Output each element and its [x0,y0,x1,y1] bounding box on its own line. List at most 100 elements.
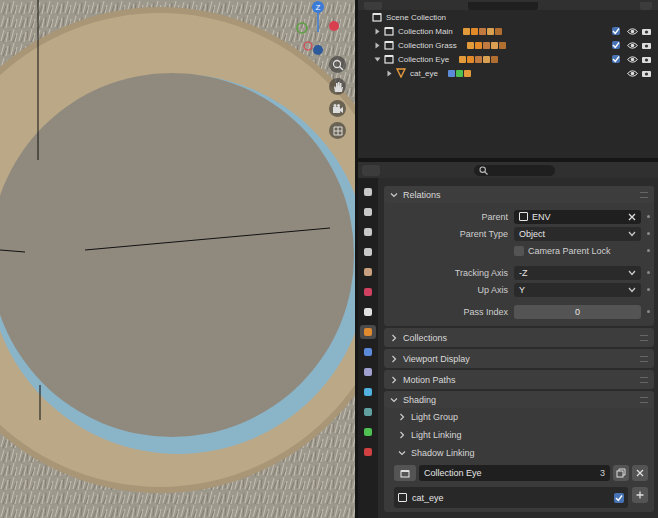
dropdown[interactable]: -Z [514,266,641,280]
drag-handle-icon[interactable] [640,397,648,403]
editor-type-button[interactable] [364,2,382,10]
properties-tab[interactable] [360,305,376,319]
keyframe-decorator[interactable] [647,271,650,274]
eye-icon[interactable] [627,69,638,78]
object-field[interactable]: ENV [514,210,641,224]
number-field[interactable]: 0 [514,305,641,319]
render-camera-icon[interactable] [641,41,652,50]
add-button[interactable] [632,487,648,503]
unlink-button[interactable] [632,465,648,481]
properties-tab[interactable] [360,345,376,359]
eye-icon[interactable] [627,27,638,36]
camera-icon [499,42,506,49]
drag-handle-icon[interactable] [640,377,648,383]
keyframe-decorator[interactable] [647,310,650,313]
camera-view-button[interactable] [329,100,346,117]
properties-tab[interactable] [360,425,376,439]
render-camera-icon[interactable] [641,69,652,78]
exclude-checkbox[interactable] [612,27,620,35]
check-icon [612,27,620,35]
properties-search[interactable] [474,165,555,176]
content-icons [448,70,471,77]
shading-panel: Shading Light Group Light Linking Shadow… [384,391,654,512]
expanded-arrow-icon[interactable] [374,56,384,63]
properties-tab[interactable] [360,325,376,339]
properties-tab[interactable] [360,265,376,279]
render-camera-icon[interactable] [641,55,652,64]
drag-handle-icon[interactable] [640,192,648,198]
property-row: Parent Type Object [384,225,654,242]
outliner-row[interactable]: Collection Main [358,24,658,38]
viewport-3d[interactable]: Z [0,0,355,518]
tab-icon [364,288,372,296]
properties-tab[interactable] [360,185,376,199]
keyframe-decorator[interactable] [647,288,650,291]
expanded-arrow-icon [390,191,398,199]
outliner-row[interactable]: Collection Eye [358,52,658,66]
exclude-checkbox[interactable] [612,55,620,63]
eye-icon[interactable] [627,55,638,64]
exclude-checkbox[interactable] [612,41,620,49]
outliner-row[interactable]: cat_eye [358,66,658,80]
panel-header[interactable]: Motion Paths [384,370,654,389]
render-camera-icon[interactable] [641,27,652,36]
collapsed-arrow-icon[interactable] [386,70,396,77]
collapsed-arrow-icon [390,376,398,384]
keyframe-decorator[interactable] [647,232,650,235]
editor-type-button[interactable] [362,165,380,176]
panel-header[interactable]: Collections [384,328,654,347]
content-icons [463,28,502,35]
properties-tab[interactable] [360,365,376,379]
collection-icon [384,54,394,64]
keyframe-decorator[interactable] [647,249,650,252]
keyframe-decorator[interactable] [647,215,650,218]
drag-handle-icon[interactable] [640,356,648,362]
collapsed-arrow-icon[interactable] [374,28,384,35]
tab-icon [364,308,372,316]
properties-tab[interactable] [360,245,376,259]
svg-text:Z: Z [316,3,321,12]
properties-tab[interactable] [360,205,376,219]
duplicate-button[interactable] [613,465,629,481]
properties-tab[interactable] [360,285,376,299]
tab-icon [364,328,372,336]
properties-tab[interactable] [360,445,376,459]
camera-icon [332,103,344,115]
dropdown[interactable]: Y [514,283,641,297]
clear-icon[interactable] [628,213,636,221]
property-row: Camera Parent Lock [384,242,654,259]
checkbox[interactable] [514,246,524,256]
relations-panel: Relations Parent ENV Parent Type Object … [384,186,654,326]
properties-tab[interactable] [360,385,376,399]
zoom-button[interactable] [329,56,346,73]
collapsed-arrow-icon[interactable] [374,42,384,49]
subpanel-header[interactable]: Light Linking [384,426,654,444]
panel-header[interactable]: Relations [384,186,654,203]
panel-header[interactable]: Viewport Display [384,349,654,368]
grid-icon [332,125,344,137]
outliner-row[interactable]: Scene Collection [358,10,658,24]
mesh-icon [475,42,482,49]
disclosure-icon [374,28,381,35]
outliner-search[interactable] [468,2,538,10]
collection-name-field[interactable]: Collection Eye 3 [419,465,610,481]
navigation-gizmo[interactable]: Z [288,0,348,62]
pan-button[interactable] [329,78,346,95]
panel-header[interactable]: Shading [384,391,654,408]
outliner-row[interactable]: Collection Grass [358,38,658,52]
checkbox[interactable] [614,493,624,503]
checkbox-field[interactable]: Camera Parent Lock [514,244,641,258]
perspective-toggle-button[interactable] [329,122,346,139]
subpanel-header[interactable]: Shadow Linking [384,444,654,462]
filter-button[interactable] [640,2,652,10]
dropdown[interactable]: Object [514,227,641,241]
eye-icon[interactable] [627,41,638,50]
tab-icon [364,448,372,456]
browse-collection-button[interactable] [394,465,416,481]
list-item[interactable]: cat_eye [398,490,624,505]
check-icon [612,41,620,49]
drag-handle-icon[interactable] [640,335,648,341]
properties-tab[interactable] [360,225,376,239]
subpanel-header[interactable]: Light Group [384,408,654,426]
properties-tab[interactable] [360,405,376,419]
